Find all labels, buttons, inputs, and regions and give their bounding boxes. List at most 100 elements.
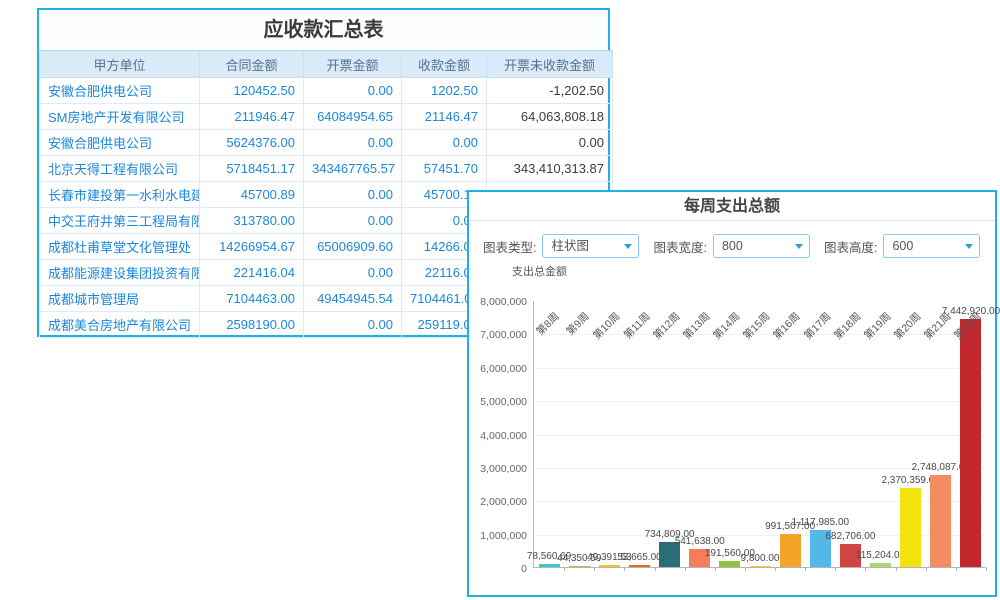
x-axis-tick-label: 第18周 — [830, 309, 864, 343]
table-cell: 120452.50 — [200, 78, 304, 104]
chart-height-label: 图表高度: — [824, 237, 877, 256]
chart-panel-title: 每周支出总额 — [469, 192, 995, 221]
chevron-down-icon — [624, 244, 632, 249]
x-axis-tick-mark — [926, 567, 927, 571]
x-axis-tick-label: 第10周 — [589, 309, 623, 343]
table-cell: 65006909.60 — [304, 234, 402, 260]
bar-第8周[interactable] — [539, 564, 560, 567]
table-cell: SM房地产开发有限公司 — [40, 104, 200, 130]
table-cell: 安徽合肥供电公司 — [40, 130, 200, 156]
table-cell: 313780.00 — [200, 208, 304, 234]
chart-type-label: 图表类型: — [483, 237, 536, 256]
x-axis-tick-mark — [594, 567, 595, 571]
bar-value-label: 682,706.00 — [825, 531, 875, 542]
col-header-received-amount: 收款金额 — [402, 51, 487, 78]
chart-type-select[interactable]: 柱状图 — [542, 234, 639, 258]
y-axis-tick: 6,000,000 — [469, 363, 527, 375]
table-cell: 57451.70 — [402, 156, 487, 182]
table-cell: 343,410,313.87 — [487, 156, 613, 182]
x-axis-tick-label: 第20周 — [891, 309, 925, 343]
table-header-row: 甲方单位 合同金额 开票金额 收款金额 开票未收款金额 — [40, 51, 613, 78]
y-axis-tick: 7,000,000 — [469, 329, 527, 341]
table-cell: 2598190.00 — [200, 312, 304, 338]
col-header-invoiced-amount: 开票金额 — [304, 51, 402, 78]
table-cell: 21146.47 — [402, 104, 487, 130]
bar-第19周[interactable] — [870, 563, 891, 567]
x-axis-tick-mark — [986, 567, 987, 571]
table-cell: 1202.50 — [402, 78, 487, 104]
x-axis-tick-mark — [896, 567, 897, 571]
bar-第10周[interactable] — [599, 565, 620, 567]
x-axis-tick-mark — [745, 567, 746, 571]
bar-value-label: 53,665.00 — [617, 552, 662, 563]
x-axis-tick-label: 第12周 — [649, 309, 683, 343]
table-row: SM房地产开发有限公司211946.4764084954.6521146.476… — [40, 104, 613, 130]
x-axis-tick-label: 第15周 — [740, 309, 774, 343]
x-axis-tick-mark — [835, 567, 836, 571]
bar-value-label: 9,800.00 — [741, 553, 780, 564]
table-cell: 0.00 — [304, 182, 402, 208]
chart-height-select[interactable]: 600 — [883, 234, 980, 258]
table-cell: 343467765.57 — [304, 156, 402, 182]
x-axis-tick-mark — [655, 567, 656, 571]
x-axis-tick-mark — [564, 567, 565, 571]
x-axis-tick-mark — [956, 567, 957, 571]
y-axis-tick: 0 — [469, 563, 527, 575]
chart-type-control: 图表类型: 柱状图 — [483, 234, 639, 258]
y-axis-tick: 4,000,000 — [469, 430, 527, 442]
bar-第11周[interactable] — [629, 565, 650, 567]
table-cell: 成都美合房地产有限公司 — [40, 312, 200, 338]
table-cell: -1,202.50 — [487, 78, 613, 104]
table-cell: 45700.89 — [200, 182, 304, 208]
table-cell: 成都能源建设集团投资有限公 — [40, 260, 200, 286]
bar-第21周[interactable] — [930, 475, 951, 567]
table-cell: 0.00 — [487, 130, 613, 156]
table-cell: 5718451.17 — [200, 156, 304, 182]
x-axis-tick-mark — [685, 567, 686, 571]
table-cell: 成都城市管理局 — [40, 286, 200, 312]
table-cell: 中交王府井第三工程局有限公 — [40, 208, 200, 234]
table-cell: 0.00 — [304, 260, 402, 286]
table-cell: 221416.04 — [200, 260, 304, 286]
x-axis-tick-label: 第13周 — [680, 309, 714, 343]
table-cell: 0.00 — [304, 78, 402, 104]
x-axis-tick-label: 第11周 — [620, 309, 653, 342]
plot-area: 78,560.69第8周44,350.59第9周49,391.53第10周53,… — [533, 301, 985, 568]
bar-value-label: 115,204.00 — [856, 550, 905, 561]
table-row: 安徽合肥供电公司5624376.000.000.000.00 — [40, 130, 613, 156]
x-axis-tick-label: 第19周 — [860, 309, 894, 343]
table-row: 北京天得工程有限公司5718451.17343467765.5757451.70… — [40, 156, 613, 182]
bar-第20周[interactable] — [900, 488, 921, 567]
gridline — [534, 401, 985, 402]
x-axis-tick-mark — [775, 567, 776, 571]
col-header-party: 甲方单位 — [40, 51, 200, 78]
x-axis-tick-mark — [805, 567, 806, 571]
table-cell: 14266954.67 — [200, 234, 304, 260]
table-panel-title: 应收款汇总表 — [39, 10, 608, 50]
chart-width-select[interactable]: 800 — [713, 234, 810, 258]
bar-chart: 支出总金额 8,000,0007,000,0006,000,0005,000,0… — [469, 262, 995, 595]
bar-第16周[interactable] — [780, 534, 801, 567]
chevron-down-icon — [965, 244, 973, 249]
table-cell: 0.00 — [402, 130, 487, 156]
y-axis-tick: 3,000,000 — [469, 463, 527, 475]
bar-第15周[interactable] — [750, 566, 771, 567]
table-row: 安徽合肥供电公司120452.500.001202.50-1,202.50 — [40, 78, 613, 104]
col-header-invoiced-unpaid-amount: 开票未收款金额 — [487, 51, 613, 78]
x-axis-tick-label: 第14周 — [710, 309, 744, 343]
bar-第14周[interactable] — [719, 561, 740, 567]
table-cell: 长春市建投第一水利水电建设 — [40, 182, 200, 208]
x-axis-tick-mark — [865, 567, 866, 571]
bar-value-label: 1,117,985.00 — [791, 517, 849, 528]
table-cell: 北京天得工程有限公司 — [40, 156, 200, 182]
weekly-expense-panel: 每周支出总额 图表类型: 柱状图 图表宽度: 800 图表高度: 600 支出总… — [467, 190, 997, 597]
bar-第22周[interactable] — [960, 319, 981, 567]
table-cell: 211946.47 — [200, 104, 304, 130]
chart-height-control: 图表高度: 600 — [824, 234, 980, 258]
chart-controls: 图表类型: 柱状图 图表宽度: 800 图表高度: 600 — [469, 221, 995, 261]
chart-width-label: 图表宽度: — [653, 237, 706, 256]
table-cell: 0.00 — [304, 312, 402, 338]
y-axis-title: 支出总金额 — [512, 263, 567, 279]
y-axis-tick: 8,000,000 — [469, 296, 527, 308]
bar-第9周[interactable] — [569, 566, 590, 567]
